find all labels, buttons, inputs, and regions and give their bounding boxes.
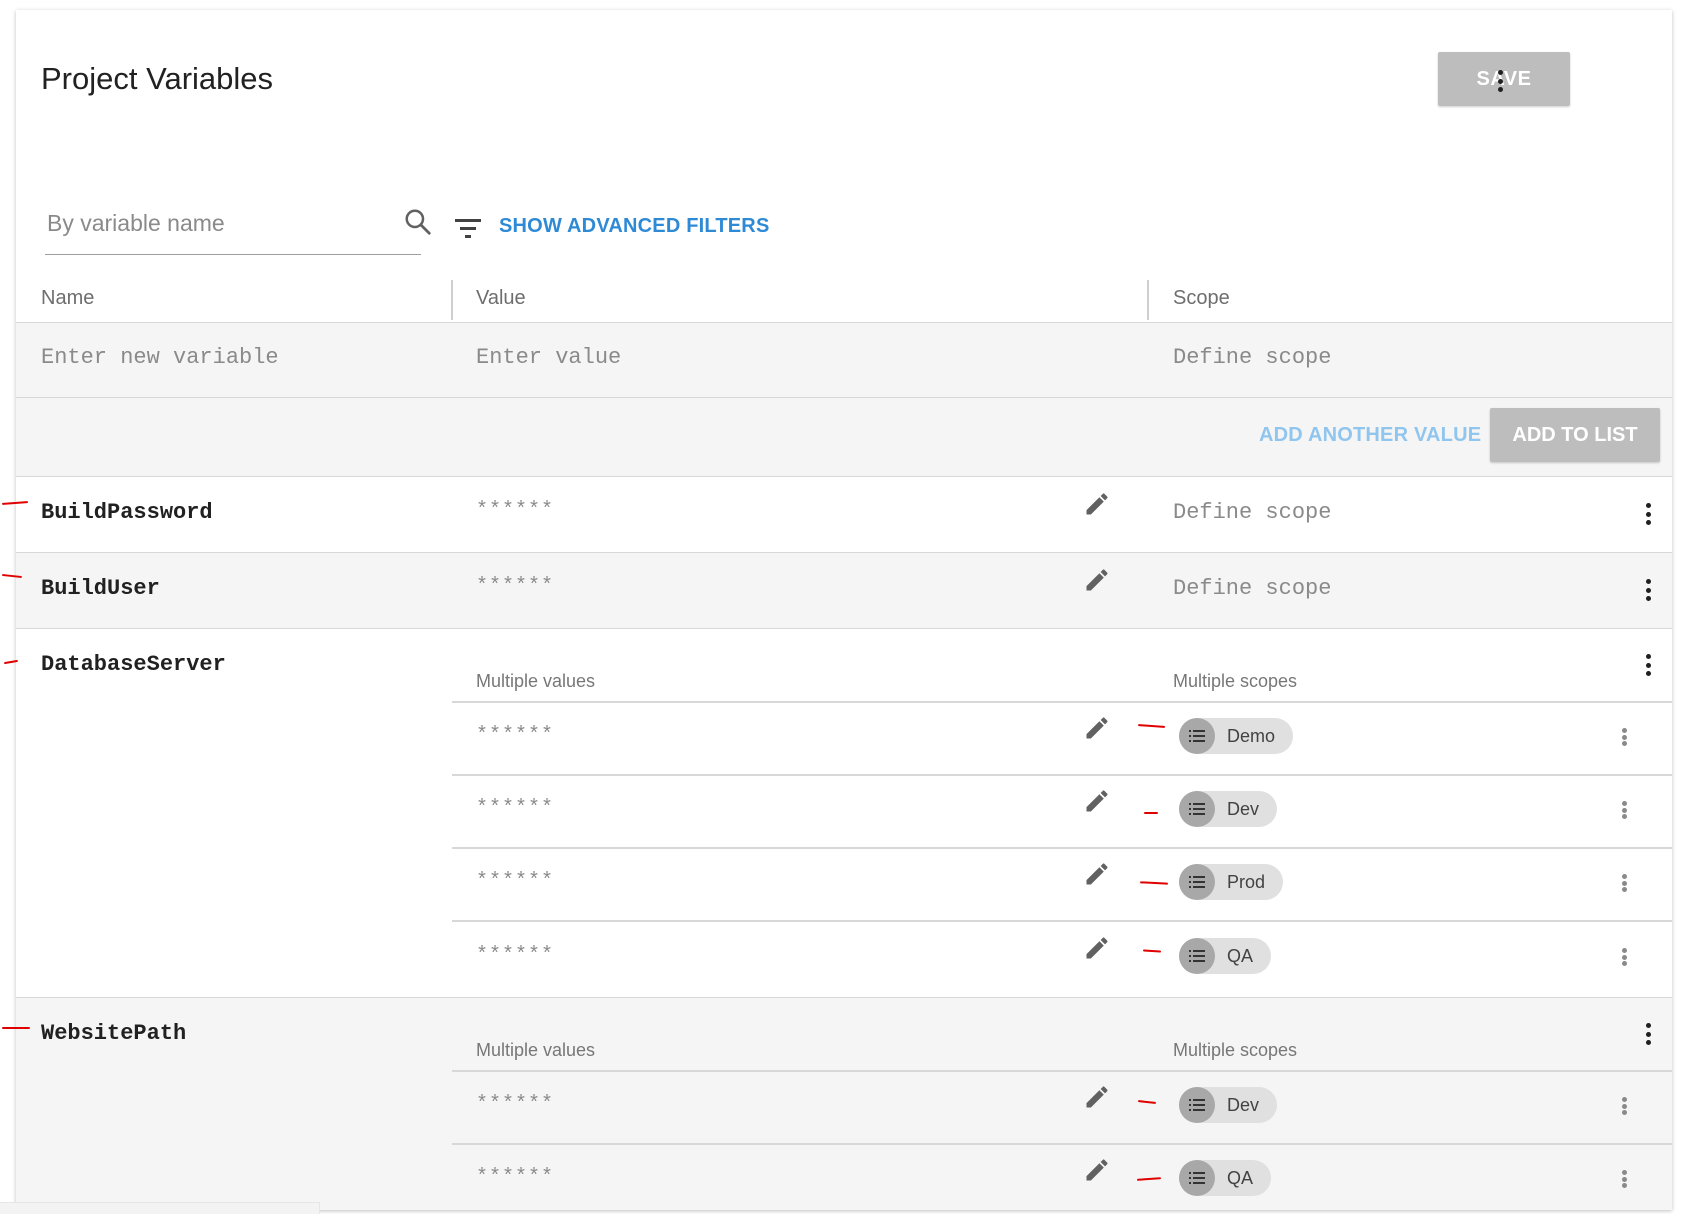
annotation-mark xyxy=(1144,812,1158,814)
masked-value: ****** xyxy=(476,575,555,598)
multiple-scopes-label: Multiple scopes xyxy=(1173,1040,1298,1060)
environment-list-icon xyxy=(1179,718,1215,754)
scope-chip[interactable]: Dev xyxy=(1179,1087,1278,1123)
variable-row: BuildUser ****** Define scope xyxy=(16,553,1672,628)
column-divider xyxy=(1147,280,1149,320)
edit-pencil-icon[interactable] xyxy=(1083,714,1111,742)
masked-value: ****** xyxy=(476,797,555,820)
page-title: Project Variables xyxy=(41,61,274,96)
variable-name: DatabaseServer xyxy=(41,652,226,677)
scope-placeholder[interactable]: Define scope xyxy=(1173,500,1331,525)
masked-value: ****** xyxy=(476,1093,555,1116)
variable-name: WebsitePath xyxy=(41,1021,187,1046)
new-variable-name-input[interactable] xyxy=(41,345,441,370)
value-divider xyxy=(452,774,1672,776)
scope-placeholder[interactable]: Define scope xyxy=(1173,576,1331,601)
annotation-mark xyxy=(2,1027,30,1029)
multiple-values-label: Multiple values xyxy=(476,671,596,691)
value-divider xyxy=(452,701,1672,703)
new-variable-value-input[interactable] xyxy=(476,345,1076,370)
page-more-menu-icon[interactable] xyxy=(1488,66,1512,96)
environment-list-icon xyxy=(1179,791,1215,827)
scope-chip[interactable]: QA xyxy=(1179,938,1272,974)
value-divider xyxy=(452,847,1672,849)
new-variable-row xyxy=(16,323,1672,397)
environment-list-icon xyxy=(1179,1087,1215,1123)
scope-chip[interactable]: Demo xyxy=(1179,718,1294,754)
value-more-menu-icon[interactable] xyxy=(1612,1093,1636,1119)
scope-chip[interactable]: Dev xyxy=(1179,791,1278,827)
scope-chip-label: Dev xyxy=(1227,1094,1260,1115)
scope-chip-label: QA xyxy=(1227,1167,1254,1188)
multiple-scopes-label: Multiple scopes xyxy=(1173,671,1298,691)
value-more-menu-icon[interactable] xyxy=(1612,944,1636,970)
value-more-menu-icon[interactable] xyxy=(1612,1166,1636,1192)
edit-pencil-icon[interactable] xyxy=(1083,566,1111,594)
value-divider xyxy=(452,1070,1672,1072)
search-field xyxy=(45,195,431,255)
multiple-values-label: Multiple values xyxy=(476,1040,596,1060)
edit-pencil-icon[interactable] xyxy=(1083,934,1111,962)
scope-chip-label: Prod xyxy=(1227,871,1266,892)
column-header-scope: Scope xyxy=(1173,287,1230,309)
variable-row: BuildPassword ****** Define scope xyxy=(16,477,1672,552)
edit-pencil-icon[interactable] xyxy=(1083,490,1111,518)
variable-more-menu-icon[interactable] xyxy=(1636,650,1660,680)
value-more-menu-icon[interactable] xyxy=(1612,870,1636,896)
edit-pencil-icon[interactable] xyxy=(1083,1083,1111,1111)
value-divider xyxy=(452,920,1672,922)
horizontal-scrollbar[interactable] xyxy=(0,1202,320,1214)
masked-value: ****** xyxy=(476,724,555,747)
new-variable-actions: ADD ANOTHER VALUE ADD TO LIST xyxy=(16,398,1672,476)
edit-pencil-icon[interactable] xyxy=(1083,1156,1111,1184)
variable-row: DatabaseServer Multiple values Multiple … xyxy=(16,629,1672,998)
masked-value: ****** xyxy=(476,1166,555,1189)
scope-chip-label: QA xyxy=(1227,945,1254,966)
scope-chip-label: Demo xyxy=(1227,725,1276,746)
variable-name: BuildUser xyxy=(41,576,160,601)
masked-value: ****** xyxy=(476,870,555,893)
environment-list-icon xyxy=(1179,938,1215,974)
environment-list-icon xyxy=(1179,864,1215,900)
column-header-name: Name xyxy=(41,287,95,309)
variable-name: BuildPassword xyxy=(41,500,213,525)
variable-more-menu-icon[interactable] xyxy=(1636,1019,1660,1049)
edit-pencil-icon[interactable] xyxy=(1083,787,1111,815)
filter-icon[interactable] xyxy=(453,216,483,240)
value-divider xyxy=(452,1143,1672,1145)
masked-value: ****** xyxy=(476,944,555,967)
search-icon[interactable] xyxy=(403,207,433,237)
value-more-menu-icon[interactable] xyxy=(1612,724,1636,750)
scope-chip[interactable]: Prod xyxy=(1179,864,1284,900)
project-variables-card: Project Variables SAVE SHOW ADVANCED FIL… xyxy=(16,10,1672,1210)
masked-value: ****** xyxy=(476,499,555,522)
variable-row: WebsitePath Multiple values Multiple sco… xyxy=(16,998,1672,1210)
edit-pencil-icon[interactable] xyxy=(1083,860,1111,888)
scope-chip-label: Dev xyxy=(1227,798,1260,819)
value-more-menu-icon[interactable] xyxy=(1612,797,1636,823)
new-variable-scope-input[interactable] xyxy=(1173,345,1573,370)
variable-more-menu-icon[interactable] xyxy=(1636,499,1660,529)
variable-more-menu-icon[interactable] xyxy=(1636,575,1660,605)
add-to-list-button[interactable]: ADD TO LIST xyxy=(1490,408,1660,462)
search-input[interactable] xyxy=(45,205,375,241)
column-header-value: Value xyxy=(476,287,526,309)
column-divider xyxy=(451,280,453,320)
scope-chip[interactable]: QA xyxy=(1179,1160,1272,1196)
add-another-value-link[interactable]: ADD ANOTHER VALUE xyxy=(1259,424,1481,447)
show-advanced-filters-link[interactable]: SHOW ADVANCED FILTERS xyxy=(499,215,770,238)
environment-list-icon xyxy=(1179,1160,1215,1196)
